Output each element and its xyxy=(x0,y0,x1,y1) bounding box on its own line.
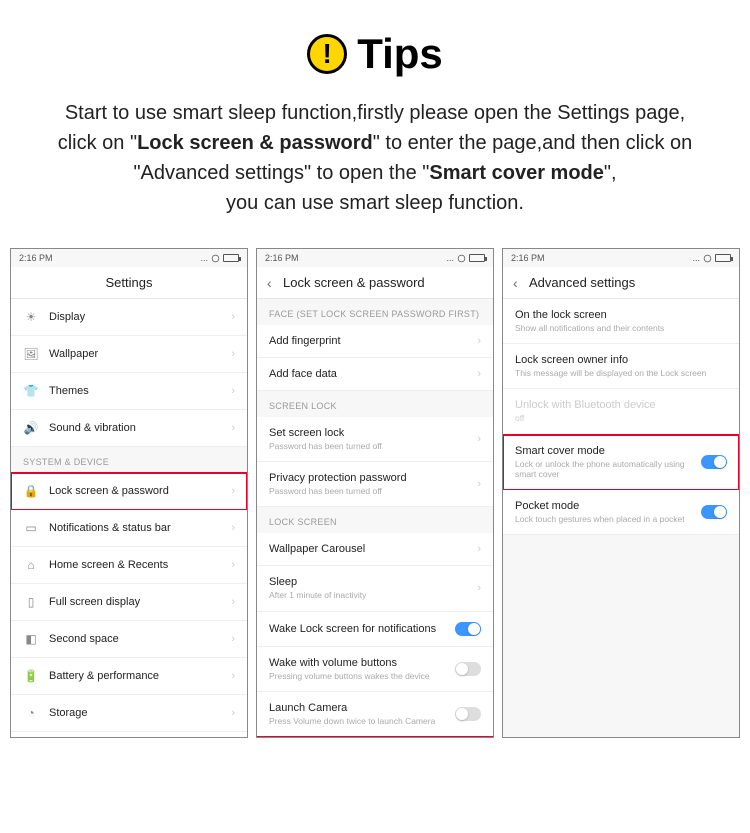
chevron-right-icon: › xyxy=(477,335,481,347)
chevron-right-icon: › xyxy=(231,485,235,497)
row-launch-camera[interactable]: Launch CameraPress Volume down twice to … xyxy=(257,692,493,737)
section-face: FACE (SET LOCK SCREEN PASSWORD FIRST) xyxy=(257,299,493,325)
sync-icon xyxy=(703,254,712,263)
row-fullscreen[interactable]: ▯Full screen display› xyxy=(11,584,247,621)
lock-icon: 🔒 xyxy=(23,483,39,499)
row-themes[interactable]: 👕Themes› xyxy=(11,373,247,410)
row-wake-notifications[interactable]: Wake Lock screen for notifications xyxy=(257,612,493,647)
chevron-right-icon: › xyxy=(231,348,235,360)
row-home-recents[interactable]: ⌂Home screen & Recents› xyxy=(11,547,247,584)
status-bar: 2:16 PM ... xyxy=(11,249,247,267)
back-button[interactable]: ‹ xyxy=(267,275,272,291)
row-smart-cover-mode[interactable]: Smart cover modeLock or unlock the phone… xyxy=(503,435,739,490)
row-pocket-mode[interactable]: Pocket modeLock touch gestures when plac… xyxy=(503,490,739,535)
row-sound[interactable]: 🔊Sound & vibration› xyxy=(11,410,247,447)
phone-settings: 2:16 PM ... Settings ☀Display› 🖼Wallpape… xyxy=(10,248,248,738)
chevron-right-icon: › xyxy=(231,670,235,682)
themes-icon: 👕 xyxy=(23,383,39,399)
fullscreen-icon: ▯ xyxy=(23,594,39,610)
phone-lockscreen: 2:16 PM ... ‹ Lock screen & password FAC… xyxy=(256,248,494,738)
toggle-wake-volume[interactable] xyxy=(455,662,481,676)
row-on-lock-screen[interactable]: On the lock screenShow all notifications… xyxy=(503,299,739,344)
screenshots-row: 2:16 PM ... Settings ☀Display› 🖼Wallpape… xyxy=(0,248,750,768)
chevron-right-icon: › xyxy=(231,707,235,719)
row-storage[interactable]: ◔Storage› xyxy=(11,695,247,732)
page-title: Settings xyxy=(106,275,153,290)
toggle-pocket-mode[interactable] xyxy=(701,505,727,519)
chevron-right-icon: › xyxy=(477,582,481,594)
back-button[interactable]: ‹ xyxy=(513,275,518,291)
second-space-icon: ◧ xyxy=(23,631,39,647)
toggle-smart-cover[interactable] xyxy=(701,455,727,469)
row-wake-volume[interactable]: Wake with volume buttonsPressing volume … xyxy=(257,647,493,692)
row-second-space[interactable]: ◧Second space› xyxy=(11,621,247,658)
row-miui-lab[interactable]: ⚗MIUI lab› xyxy=(11,732,247,738)
row-advanced-settings[interactable]: Advanced settings› xyxy=(257,737,493,738)
tips-header: ! Tips xyxy=(0,0,750,98)
sync-icon xyxy=(211,254,220,263)
row-lock-screen-password[interactable]: 🔒Lock screen & password› xyxy=(11,473,247,510)
row-wallpaper-carousel[interactable]: Wallpaper Carousel› xyxy=(257,533,493,566)
notification-icon: ▭ xyxy=(23,520,39,536)
chevron-right-icon: › xyxy=(477,543,481,555)
display-icon: ☀ xyxy=(23,309,39,325)
phone-advanced: 2:16 PM ... ‹ Advanced settings On the l… xyxy=(502,248,740,738)
chevron-right-icon: › xyxy=(231,422,235,434)
row-wallpaper[interactable]: 🖼Wallpaper› xyxy=(11,336,247,373)
sync-icon xyxy=(457,254,466,263)
battery-icon xyxy=(715,254,731,262)
toggle-launch-camera[interactable] xyxy=(455,707,481,721)
section-lock-screen: LOCK SCREEN xyxy=(257,507,493,533)
row-owner-info[interactable]: Lock screen owner infoThis message will … xyxy=(503,344,739,389)
chevron-right-icon: › xyxy=(477,433,481,445)
row-add-fingerprint[interactable]: Add fingerprint› xyxy=(257,325,493,358)
toggle-wake-notifications[interactable] xyxy=(455,622,481,636)
battery-icon xyxy=(469,254,485,262)
tips-body: Start to use smart sleep function,firstl… xyxy=(0,98,750,248)
chevron-right-icon: › xyxy=(231,559,235,571)
chevron-right-icon: › xyxy=(477,478,481,490)
chevron-right-icon: › xyxy=(231,385,235,397)
row-bluetooth-unlock: Unlock with Bluetooth deviceoff xyxy=(503,389,739,434)
page-title: Advanced settings xyxy=(529,275,635,290)
chevron-right-icon: › xyxy=(231,633,235,645)
row-privacy-password[interactable]: Privacy protection passwordPassword has … xyxy=(257,462,493,507)
tips-title: Tips xyxy=(357,30,443,78)
row-display[interactable]: ☀Display› xyxy=(11,299,247,336)
home-icon: ⌂ xyxy=(23,557,39,573)
chevron-right-icon: › xyxy=(231,596,235,608)
battery-perf-icon: 🔋 xyxy=(23,668,39,684)
chevron-right-icon: › xyxy=(477,368,481,380)
status-bar: 2:16 PM ... xyxy=(503,249,739,267)
row-battery[interactable]: 🔋Battery & performance› xyxy=(11,658,247,695)
page-title: Lock screen & password xyxy=(283,275,425,290)
sound-icon: 🔊 xyxy=(23,420,39,436)
chevron-right-icon: › xyxy=(231,522,235,534)
section-screen-lock: SCREEN LOCK xyxy=(257,391,493,417)
page-header: ‹ Advanced settings xyxy=(503,267,739,299)
wallpaper-icon: 🖼 xyxy=(23,346,39,362)
battery-icon xyxy=(223,254,239,262)
page-header: Settings xyxy=(11,267,247,299)
row-set-screen-lock[interactable]: Set screen lockPassword has been turned … xyxy=(257,417,493,462)
row-notifications[interactable]: ▭Notifications & status bar› xyxy=(11,510,247,547)
storage-icon: ◔ xyxy=(23,705,39,721)
row-sleep[interactable]: SleepAfter 1 minute of inactivity› xyxy=(257,566,493,611)
chevron-right-icon: › xyxy=(231,311,235,323)
section-system-device: SYSTEM & DEVICE xyxy=(11,447,247,473)
page-header: ‹ Lock screen & password xyxy=(257,267,493,299)
alert-icon: ! xyxy=(307,34,347,74)
row-add-face[interactable]: Add face data› xyxy=(257,358,493,391)
status-bar: 2:16 PM ... xyxy=(257,249,493,267)
